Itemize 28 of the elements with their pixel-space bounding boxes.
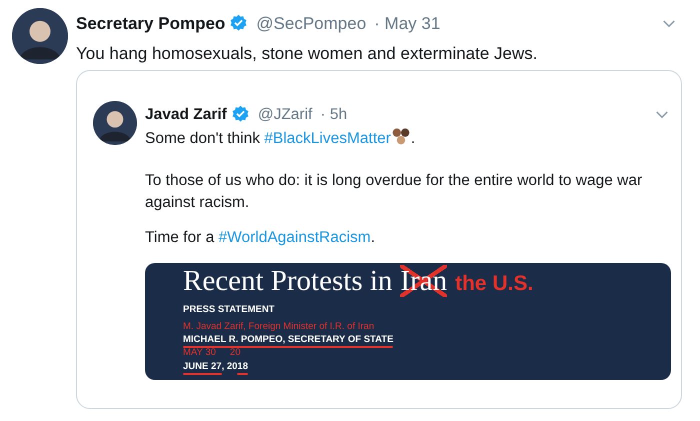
strike-line	[237, 373, 248, 376]
quoted-tweet-card[interactable]	[76, 70, 682, 410]
avatar[interactable]	[12, 8, 68, 64]
circles-icon	[390, 126, 411, 146]
strike-line	[183, 373, 222, 376]
tweet-time[interactable]: · May 31	[374, 11, 440, 36]
tweet-text: You hang homosexuals, stone women and exterminate Jews.	[76, 42, 538, 64]
tweet-text: To those of us who do: it is long overdue for the entire world to wage war against racism.	[145, 170, 644, 213]
tweet-text: Time for a #WorldAgainstRacism.	[145, 228, 376, 248]
struck-text: 18	[237, 360, 248, 372]
inserted-text: the U.S.	[455, 272, 534, 296]
inserted-text: MAY 30	[183, 347, 216, 360]
avatar[interactable]	[93, 101, 137, 145]
author-handle[interactable]: @SecPompeo	[256, 11, 366, 36]
statement-label: PRESS STATEMENT	[183, 304, 274, 317]
author-handle[interactable]: @JZarif	[258, 103, 312, 126]
tweet-text: Some don't think #BlackLivesMatter .	[145, 126, 671, 150]
tweet-time[interactable]: · 5h	[320, 103, 348, 126]
date-text: , 20	[222, 360, 238, 374]
inserted-text: 20	[230, 347, 240, 360]
struck-text: MICHAEL R. POMPEO, SECRETARY OF STATE	[183, 334, 394, 346]
image-title: Recent Protests in	[183, 265, 392, 298]
author-name[interactable]: Javad Zarif	[145, 103, 227, 126]
hashtag-link[interactable]: #BlackLivesMatter	[264, 130, 391, 148]
inserted-text: M. Javad Zarif, Foreign Minister of I.R. of Iran	[183, 320, 374, 334]
struck-text: JUNE 27	[183, 360, 222, 372]
author-name[interactable]: Secretary Pompeo	[76, 11, 226, 36]
hashtag-link[interactable]: #WorldAgainstRacism	[218, 229, 371, 246]
